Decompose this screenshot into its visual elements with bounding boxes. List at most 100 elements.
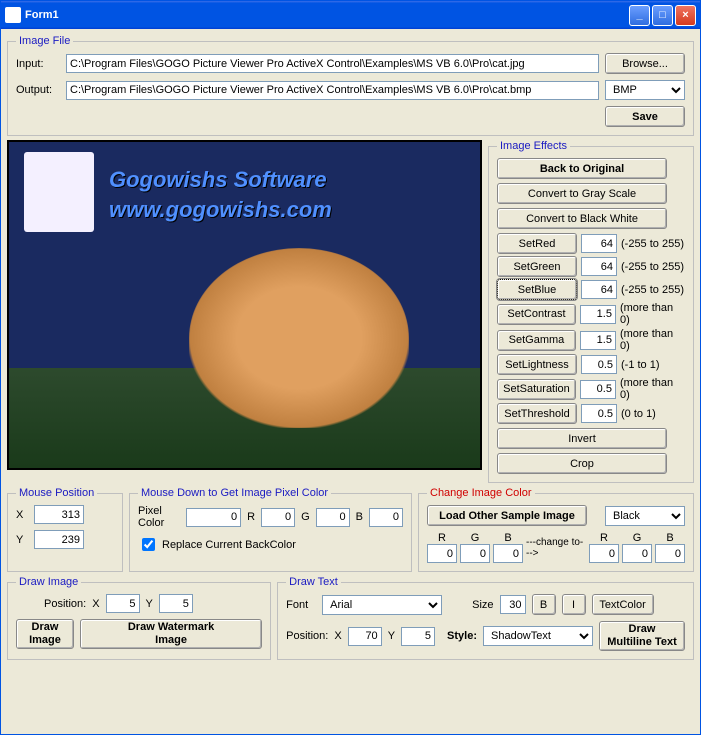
from-g[interactable] [460, 544, 490, 563]
invert-button[interactable]: Invert [497, 428, 667, 449]
effect-setcontrast-value[interactable] [580, 305, 616, 324]
text-x-label: X [334, 630, 341, 642]
change-color-group: Change Image Color Load Other Sample Ima… [418, 487, 694, 572]
draw-text-button[interactable]: Draw Multiline Text [599, 621, 685, 651]
to-r-label: R [600, 532, 608, 544]
effect-setthreshold-value[interactable] [581, 404, 617, 423]
image-preview[interactable]: Gogowishs Software www.gogowishs.com [7, 140, 482, 470]
image-effects-group: Image Effects Back to Original Convert t… [488, 140, 694, 483]
effect-hint: (-255 to 255) [621, 238, 684, 250]
output-label: Output: [16, 84, 60, 96]
draw-img-pos-label: Position: [44, 598, 86, 610]
format-select[interactable]: BMP [605, 80, 685, 100]
to-g-label: G [633, 532, 642, 544]
effect-setsaturation-value[interactable] [580, 380, 616, 399]
size-label: Size [472, 599, 493, 611]
effect-setthreshold-button[interactable]: SetThreshold [497, 403, 577, 424]
effect-setgreen-value[interactable] [581, 257, 617, 276]
effect-hint: (-255 to 255) [621, 284, 684, 296]
effect-hint: (more than 0) [620, 302, 685, 326]
pixel-b [369, 508, 403, 527]
text-color-button[interactable]: TextColor [592, 594, 654, 615]
draw-img-x-label: X [92, 598, 99, 610]
r-label: R [247, 511, 255, 523]
effect-setsaturation-button[interactable]: SetSaturation [497, 379, 576, 400]
back-to-original-button[interactable]: Back to Original [497, 158, 667, 179]
mouse-position-group: Mouse Position X Y [7, 487, 123, 572]
pixel-g [316, 508, 350, 527]
from-g-label: G [471, 532, 480, 544]
from-b-label: B [504, 532, 511, 544]
mouse-down-group: Mouse Down to Get Image Pixel Color Pixe… [129, 487, 412, 572]
text-y[interactable] [401, 627, 435, 646]
effect-setred-value[interactable] [581, 234, 617, 253]
draw-image-button[interactable]: Draw Image [16, 619, 74, 649]
mouse-x-label: X [16, 509, 28, 521]
font-select[interactable]: Arial [322, 595, 442, 615]
mouse-x [34, 505, 84, 524]
draw-text-group: Draw Text Font Arial Size B I TextColor … [277, 576, 694, 660]
font-size[interactable] [500, 595, 526, 614]
draw-img-x[interactable] [106, 594, 140, 613]
effect-setgamma-button[interactable]: SetGamma [497, 330, 576, 351]
mouse-down-legend: Mouse Down to Get Image Pixel Color [138, 487, 331, 499]
from-r[interactable] [427, 544, 457, 563]
replace-backcolor-input[interactable] [142, 538, 155, 551]
preview-cat [189, 248, 409, 428]
effect-setcontrast-button[interactable]: SetContrast [497, 304, 576, 325]
draw-text-legend: Draw Text [286, 576, 341, 588]
color-select[interactable]: Black [605, 506, 685, 526]
italic-button[interactable]: I [562, 594, 586, 615]
to-g[interactable] [622, 544, 652, 563]
crop-button[interactable]: Crop [497, 453, 667, 474]
draw-image-group: Draw Image Position: X Y Draw Image Draw… [7, 576, 271, 660]
mouse-y [34, 530, 84, 549]
style-select[interactable]: ShadowText [483, 626, 593, 646]
pixel-color [186, 508, 241, 527]
effect-setlightness-button[interactable]: SetLightness [497, 354, 577, 375]
effect-hint: (-255 to 255) [621, 261, 684, 273]
image-file-legend: Image File [16, 35, 73, 47]
browse-button[interactable]: Browse... [605, 53, 685, 74]
g-label: G [301, 511, 310, 523]
to-r[interactable] [589, 544, 619, 563]
draw-img-y-label: Y [146, 598, 153, 610]
watermark-line1: Gogowishs Software [109, 167, 327, 193]
replace-backcolor-checkbox[interactable]: Replace Current BackColor [138, 535, 403, 554]
output-path[interactable] [66, 81, 599, 100]
to-b[interactable] [655, 544, 685, 563]
titlebar: Form1 _ □ × [1, 1, 700, 29]
style-label: Style: [447, 630, 477, 642]
input-path[interactable] [66, 54, 599, 73]
gray-scale-button[interactable]: Convert to Gray Scale [497, 183, 667, 204]
from-b[interactable] [493, 544, 523, 563]
minimize-button[interactable]: _ [629, 5, 650, 26]
black-white-button[interactable]: Convert to Black White [497, 208, 667, 229]
effects-legend: Image Effects [497, 140, 570, 152]
load-sample-button[interactable]: Load Other Sample Image [427, 505, 587, 526]
change-arrow: ---change to---> [526, 537, 586, 559]
maximize-button[interactable]: □ [652, 5, 673, 26]
text-pos-label: Position: [286, 630, 328, 642]
draw-img-y[interactable] [159, 594, 193, 613]
bold-button[interactable]: B [532, 594, 556, 615]
effect-setgreen-button[interactable]: SetGreen [497, 256, 577, 277]
from-r-label: R [438, 532, 446, 544]
save-button[interactable]: Save [605, 106, 685, 127]
close-button[interactable]: × [675, 5, 696, 26]
effect-setred-button[interactable]: SetRed [497, 233, 577, 254]
effect-setgamma-value[interactable] [580, 331, 616, 350]
pixel-r [261, 508, 295, 527]
mouse-y-label: Y [16, 534, 28, 546]
change-color-legend: Change Image Color [427, 487, 535, 499]
text-x[interactable] [348, 627, 382, 646]
effect-setlightness-value[interactable] [581, 355, 617, 374]
image-file-group: Image File Input: Browse... Output: BMP … [7, 35, 694, 136]
effect-setblue-value[interactable] [581, 280, 617, 299]
to-b-label: B [666, 532, 673, 544]
effect-hint: (0 to 1) [621, 408, 656, 420]
effect-hint: (more than 0) [620, 328, 685, 352]
effect-setblue-button[interactable]: SetBlue [497, 279, 577, 300]
draw-watermark-button[interactable]: Draw Watermark Image [80, 619, 262, 649]
main-window: Form1 _ □ × Image File Input: Browse... … [0, 0, 701, 735]
